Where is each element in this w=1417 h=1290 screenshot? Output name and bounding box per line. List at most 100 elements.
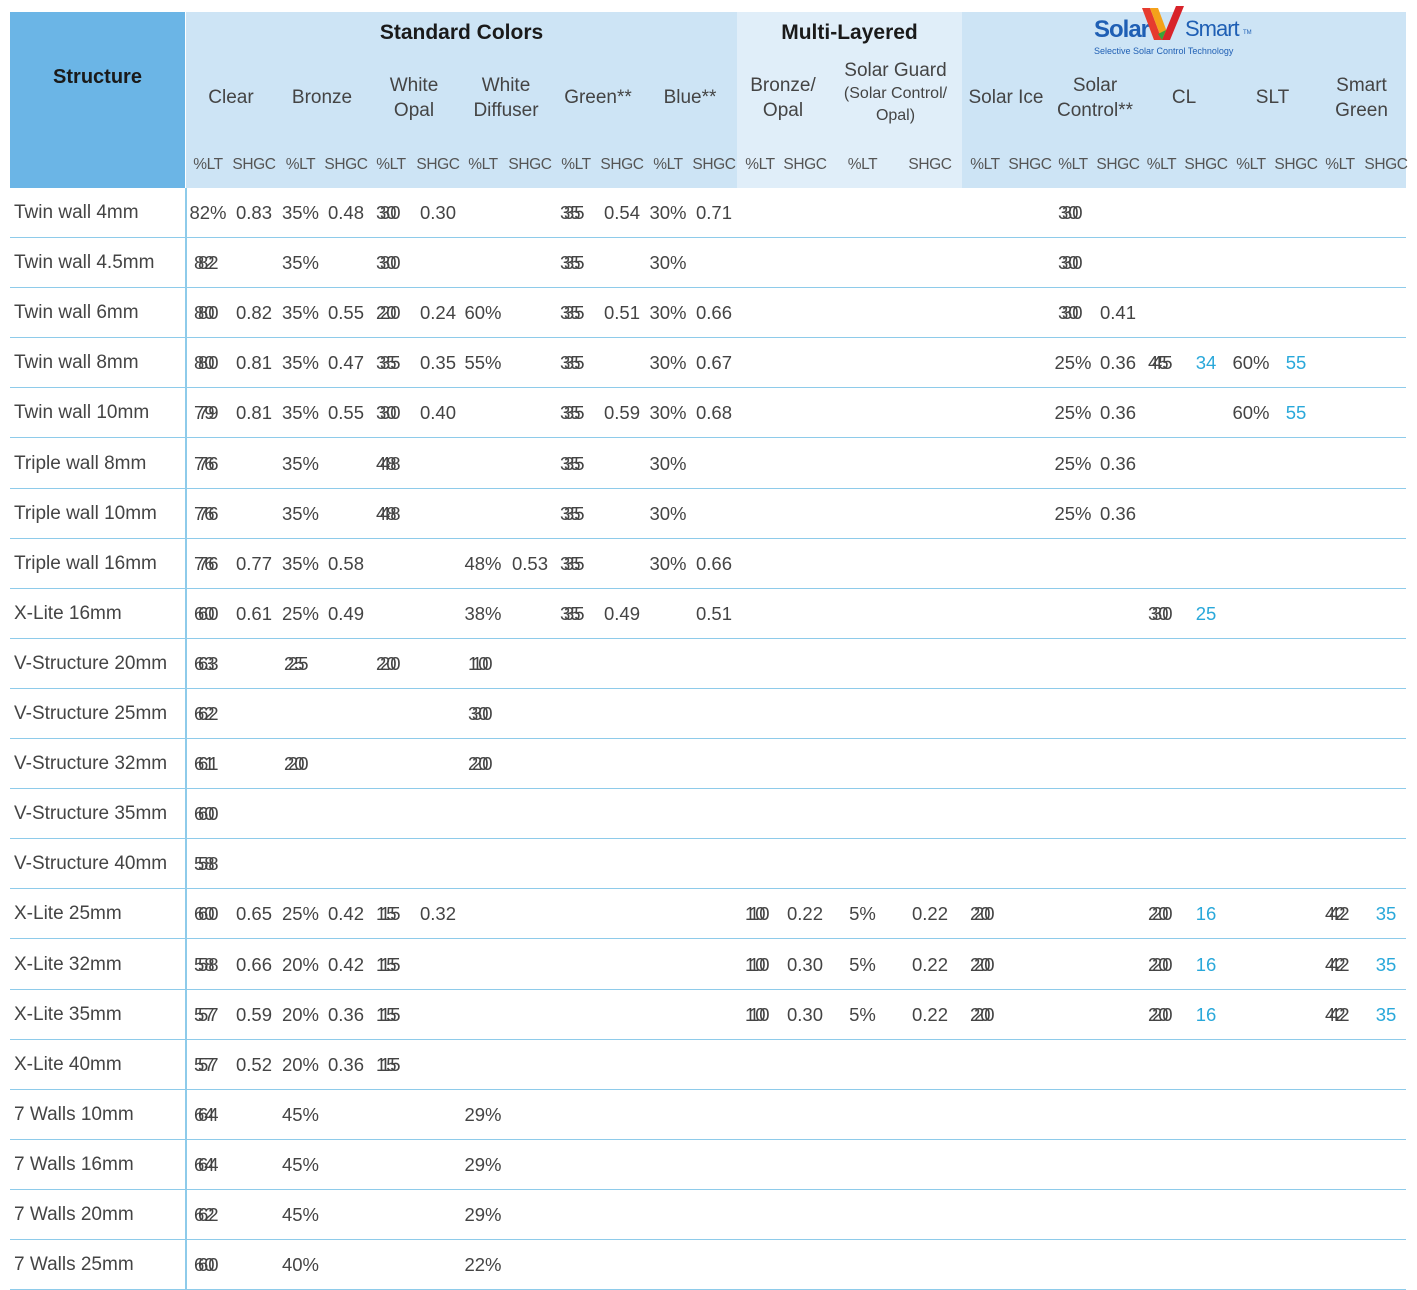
cell-clear-shgc: 0.82 bbox=[235, 302, 272, 324]
cell-bronze-lt: 25 25 bbox=[280, 639, 325, 689]
cell-white-diffuser-lt: 29% bbox=[464, 1204, 502, 1225]
subheader-shgc-blue: SHGC bbox=[692, 156, 736, 173]
cell-bronze-shgc: 0.36 bbox=[327, 1003, 364, 1025]
overlapped-digit: 80 bbox=[198, 352, 219, 374]
cell-clear-lt: 76 76 bbox=[190, 539, 230, 589]
cell-solar-control-shgc: 0.36 bbox=[1099, 352, 1136, 374]
cell-bronze-lt: 45% bbox=[281, 1204, 320, 1225]
column-header-cl: CL bbox=[1140, 60, 1228, 136]
column-header-solar-ice: Solar Ice bbox=[962, 60, 1050, 136]
cell-bronze-lt: 20 20 bbox=[280, 739, 325, 789]
table-row: Twin wall 6mm 80 80 0.82 35% 0.55 20 20 0.24 60% 3… bbox=[10, 288, 1406, 339]
column-header-bronze-opal: Bronze/Opal bbox=[737, 60, 829, 136]
cell-white-opal-lt: 15 15 bbox=[372, 940, 414, 990]
cell-white-opal-shgc: 0.30 bbox=[419, 202, 456, 223]
cell-white-diffuser-lt: 30 30 bbox=[464, 689, 506, 739]
cell-clear-shgc: 0.66 bbox=[235, 953, 272, 975]
overlapped-value: 58 58 bbox=[194, 853, 219, 875]
cell-clear-lt: 62 62 bbox=[190, 1190, 230, 1240]
logo-word-smart: Smart bbox=[1185, 16, 1240, 41]
row-label: X-Lite 35mm bbox=[14, 1003, 122, 1025]
table-row: Twin wall 4.5mm 82 82 35% 30 30 35 35 30% 30 30 bbox=[10, 238, 1406, 289]
cell-clear-shgc: 0.61 bbox=[235, 602, 272, 624]
overlapped-digit: 57 bbox=[198, 1003, 219, 1025]
cell-solar-control-lt: 25% bbox=[1054, 352, 1092, 374]
cell-solar-control-lt: 25% bbox=[1054, 402, 1092, 424]
column-header-line: Blue** bbox=[663, 87, 717, 109]
overlapped-digit: 20 bbox=[1152, 903, 1173, 925]
cell-clear-lt: 64 64 bbox=[190, 1090, 230, 1140]
cell-white-opal-lt: 15 15 bbox=[372, 1040, 414, 1090]
overlapped-value: 30 30 bbox=[1058, 202, 1083, 224]
column-header-subline: Opal) bbox=[875, 106, 916, 124]
overlapped-digit: 30 bbox=[1152, 602, 1173, 624]
overlapped-digit: 76 bbox=[198, 502, 219, 524]
overlapped-value: 76 76 bbox=[194, 503, 219, 525]
cell-bronze-shgc: 0.47 bbox=[327, 352, 364, 374]
subheader-shgc-solar-control: SHGC bbox=[1096, 156, 1140, 173]
cell-green-shgc: 0.54 bbox=[603, 202, 640, 223]
table-row: X-Lite 25mm 60 60 0.65 25% 0.42 15 15 0.32 10 10 0.… bbox=[10, 889, 1406, 940]
overlapped-value: 30 30 bbox=[376, 202, 401, 224]
cell-white-opal-lt: 15 15 bbox=[372, 990, 414, 1040]
overlapped-value: 42 42 bbox=[1325, 1004, 1350, 1026]
cell-bronze-lt: 20% bbox=[281, 1053, 320, 1075]
cell-blue-shgc: 0.66 bbox=[695, 302, 732, 324]
cell-white-diffuser-lt: 29% bbox=[464, 1103, 502, 1125]
cell-blue-shgc: 0.68 bbox=[695, 402, 732, 424]
subheader-lt-smart-green: %LT bbox=[1325, 156, 1355, 173]
row-label: Twin wall 10mm bbox=[14, 402, 150, 424]
column-header-line: White bbox=[389, 74, 439, 96]
subheader-shgc-clear: SHGC bbox=[232, 156, 276, 173]
logo-v-mark-icon bbox=[1142, 6, 1184, 40]
overlapped-value: 76 76 bbox=[194, 453, 219, 475]
row-label: Twin wall 4.5mm bbox=[14, 252, 155, 274]
cell-clear-shgc: 0.81 bbox=[235, 402, 272, 424]
overlapped-digit: 48 bbox=[380, 452, 401, 474]
cell-clear-lt: 79 79 bbox=[190, 388, 230, 438]
subheader-lt-solar-control: %LT bbox=[1058, 156, 1088, 173]
subheader-lt-white-diffuser: %LT bbox=[468, 156, 498, 173]
overlapped-digit: 20 bbox=[380, 652, 401, 674]
cell-blue-lt: 30% bbox=[649, 552, 687, 574]
overlapped-digit: 35 bbox=[564, 552, 585, 574]
row-label: 7 Walls 20mm bbox=[14, 1204, 134, 1225]
cell-clear-lt: 62 62 bbox=[190, 689, 230, 739]
column-header-bronze: Bronze bbox=[276, 60, 368, 136]
cell-cl-shgc: 25 bbox=[1195, 602, 1217, 624]
cell-clear-shgc: 0.77 bbox=[235, 552, 272, 574]
cell-bronze-opal-shgc: 0.30 bbox=[786, 953, 823, 975]
cell-white-diffuser-lt: 20 20 bbox=[464, 739, 506, 789]
cell-clear-lt: 57 57 bbox=[190, 990, 230, 1040]
overlapped-digit: 35 bbox=[564, 402, 585, 424]
cell-cl-shgc: 16 bbox=[1195, 903, 1217, 925]
cell-bronze-shgc: 0.49 bbox=[327, 602, 364, 624]
cell-cl-shgc: 16 bbox=[1195, 1003, 1217, 1025]
cell-cl-lt: 20 20 bbox=[1144, 990, 1183, 1040]
cell-white-opal-shgc: 0.35 bbox=[419, 352, 456, 374]
overlapped-value: 20 20 bbox=[376, 302, 401, 324]
cell-blue-shgc: 0.71 bbox=[695, 202, 732, 223]
subheader-shgc-bronze-opal: SHGC bbox=[783, 156, 827, 173]
cell-white-diffuser-lt: 55% bbox=[464, 352, 502, 374]
overlapped-digit: 30 bbox=[380, 402, 401, 424]
column-header-line: White bbox=[481, 74, 531, 96]
overlapped-value: 20 20 bbox=[1148, 903, 1173, 925]
cell-blue-shgc: 0.67 bbox=[695, 352, 732, 374]
cell-white-diffuser-shgc: 0.53 bbox=[511, 552, 548, 574]
overlapped-digit: 20 bbox=[1152, 1003, 1173, 1025]
cell-clear-lt: 82% bbox=[189, 202, 227, 223]
table-row: X-Lite 32mm 58 58 0.66 20% 0.42 15 15 10 10 0.30 5%… bbox=[10, 940, 1406, 990]
row-label: X-Lite 16mm bbox=[14, 602, 122, 624]
overlapped-digit: 35 bbox=[564, 502, 585, 524]
cell-green-lt: 35 35 bbox=[556, 188, 600, 238]
cell-white-diffuser-lt: 48% bbox=[464, 552, 502, 574]
overlapped-digit: 10 bbox=[749, 1003, 770, 1025]
overlapped-digit: 61 bbox=[198, 753, 219, 775]
overlapped-value: 63 63 bbox=[194, 653, 219, 675]
cell-solar-control-lt: 30 30 bbox=[1054, 238, 1096, 288]
cell-slt-lt: 60% bbox=[1232, 352, 1270, 374]
overlapped-value: 79 79 bbox=[194, 402, 219, 424]
table-row: X-Lite 35mm 57 57 0.59 20% 0.36 15 15 10 10 0.30 5%… bbox=[10, 990, 1406, 1040]
cell-blue-lt: 30% bbox=[649, 252, 687, 274]
